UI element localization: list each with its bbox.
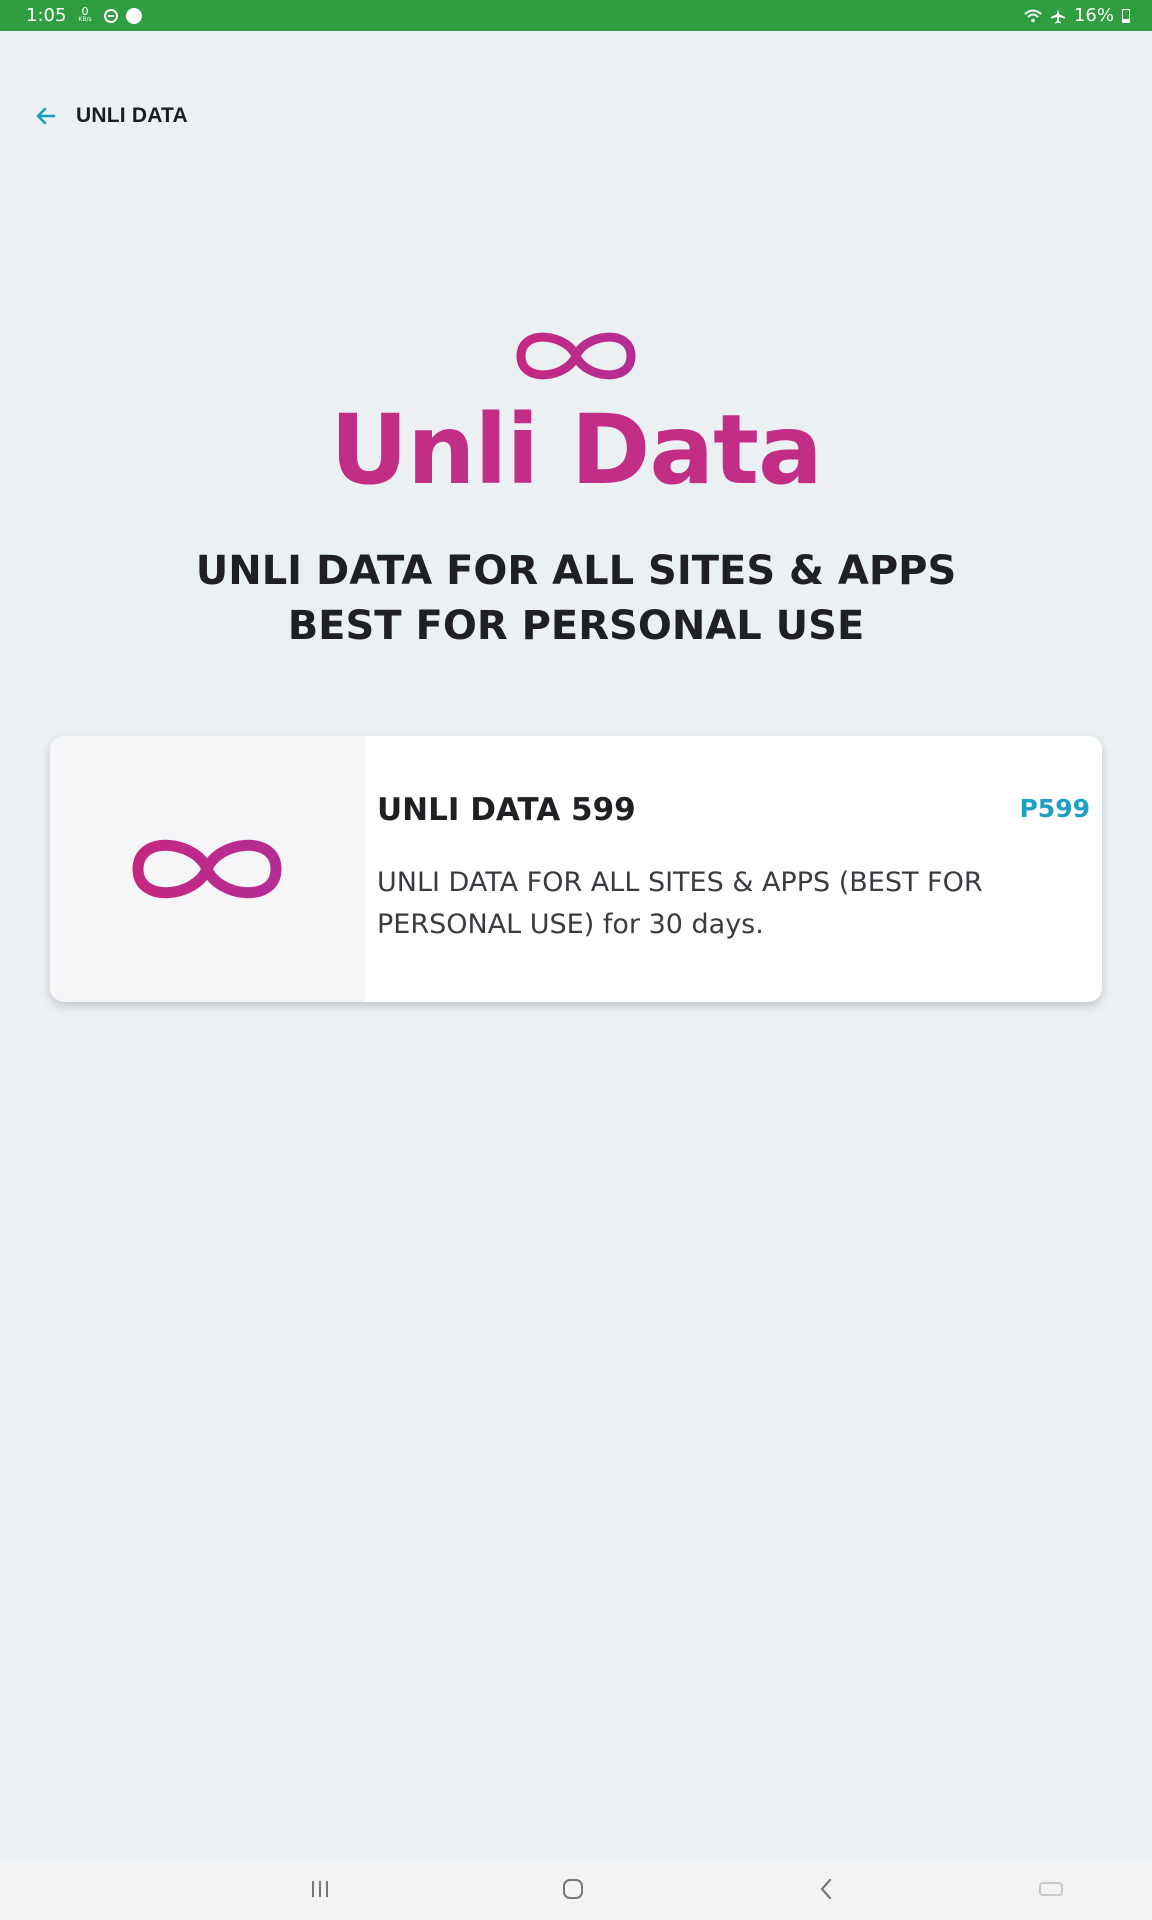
tagline-line-1: UNLI DATA FOR ALL SITES & APPS xyxy=(195,548,957,594)
messenger-icon xyxy=(125,7,142,24)
network-speed-unit: KB/s xyxy=(78,15,92,23)
do-not-disturb-icon xyxy=(103,8,118,23)
status-bar: 1:05 0 KB/s 16% xyxy=(0,0,1152,31)
tagline-line-2: BEST FOR PERSONAL USE xyxy=(287,603,865,649)
keyboard-icon xyxy=(1039,1882,1063,1896)
network-speed-value: 0 xyxy=(81,4,89,18)
tagline: UNLI DATA FOR ALL SITES & APPS BEST FOR … xyxy=(0,544,1152,654)
network-speed: 0 KB/s xyxy=(78,4,92,24)
home-icon xyxy=(563,1879,583,1899)
arrow-left-icon[interactable] xyxy=(34,104,58,128)
offer-price: P599 xyxy=(1019,794,1090,823)
status-right: 16% xyxy=(1024,5,1130,26)
status-left: 1:05 0 KB/s xyxy=(26,5,142,26)
app-header: UNLI DATA xyxy=(34,104,188,128)
nav-back-button[interactable] xyxy=(808,1872,844,1906)
offer-card-media xyxy=(50,736,365,1002)
offer-card[interactable]: UNLI DATA 599 P599 UNLI DATA FOR ALL SIT… xyxy=(50,736,1102,1002)
status-time: 1:05 xyxy=(26,5,67,26)
home-button[interactable] xyxy=(553,1872,593,1906)
nav-back-icon xyxy=(820,1878,832,1900)
battery-percent: 16% xyxy=(1073,5,1114,26)
infinity-icon xyxy=(132,839,282,899)
system-nav-bar xyxy=(0,1858,1152,1920)
keyboard-button[interactable] xyxy=(1033,1872,1069,1906)
offer-title: UNLI DATA 599 xyxy=(377,792,636,828)
battery-icon xyxy=(1122,8,1130,23)
infinity-icon xyxy=(516,332,636,380)
recents-button[interactable] xyxy=(300,1872,340,1906)
page-title: UNLI DATA xyxy=(76,104,188,127)
wifi-icon xyxy=(1024,9,1042,22)
offer-description: UNLI DATA FOR ALL SITES & APPS (BEST FOR… xyxy=(377,867,983,940)
recents-icon xyxy=(312,1881,328,1897)
airplane-mode-icon xyxy=(1050,8,1065,23)
brand-name: Unli Data xyxy=(330,394,823,506)
